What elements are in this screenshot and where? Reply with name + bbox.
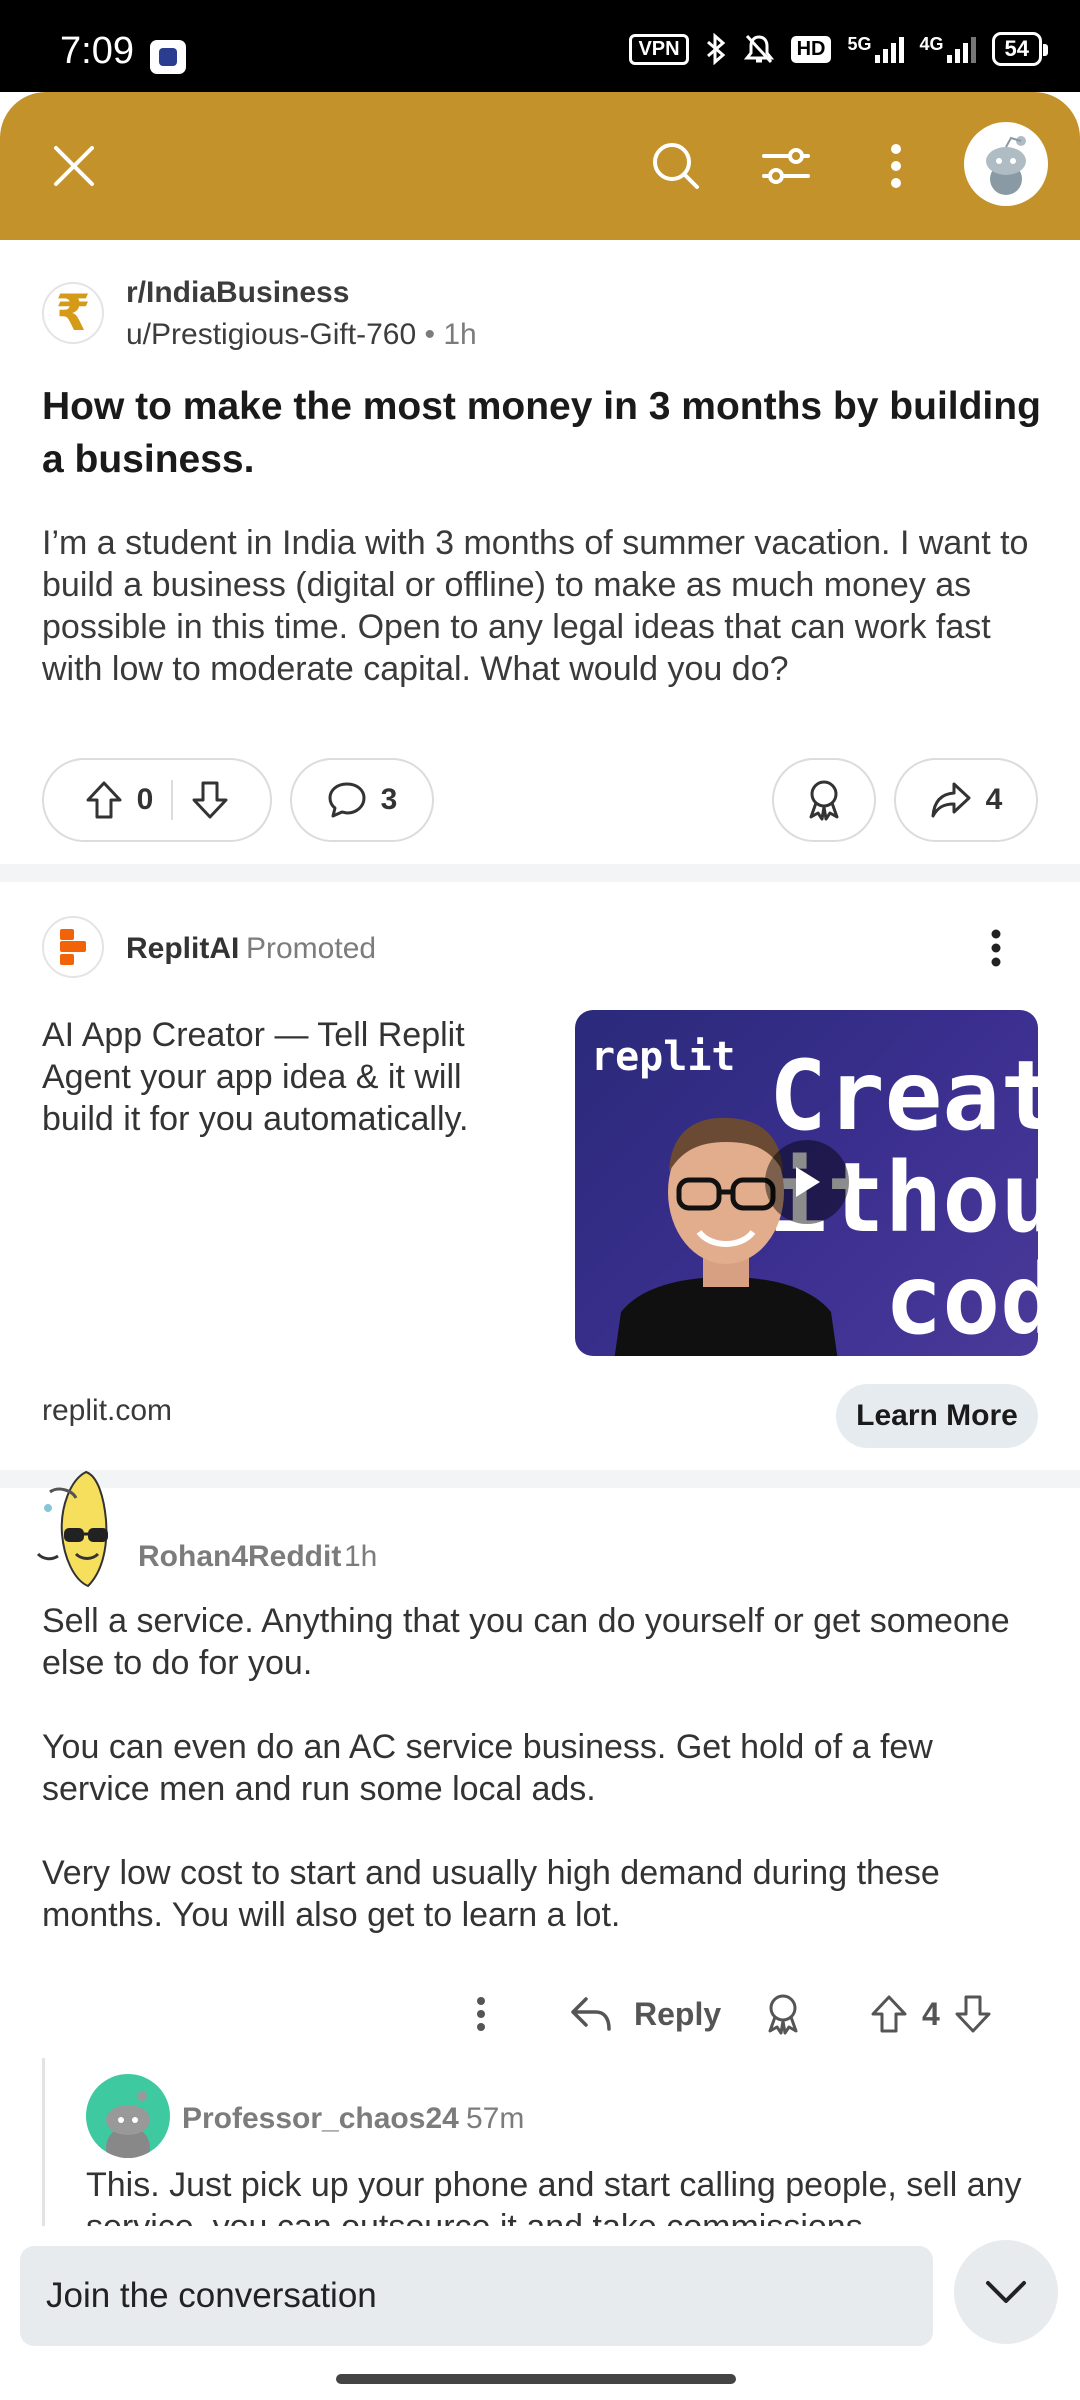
comment-vote-control: 4 (870, 1982, 992, 2046)
share-icon (931, 782, 971, 818)
more-vertical-icon (991, 929, 1001, 967)
downvote-icon[interactable] (954, 1994, 992, 2034)
profile-avatar[interactable] (964, 122, 1048, 206)
search-icon (653, 143, 699, 189)
replit-logo-icon (60, 929, 86, 965)
vote-count: 0 (136, 783, 154, 816)
home-indicator[interactable] (336, 2374, 736, 2384)
separator-dot: • (424, 318, 435, 351)
battery-icon: 54 (991, 32, 1049, 66)
downvote-icon[interactable] (191, 780, 229, 820)
status-time: 7:09 (60, 30, 134, 72)
post-header: ₹ r/IndiaBusiness u/Prestigious-Gift-760… (42, 276, 477, 351)
reply-user-avatar[interactable] (86, 2074, 170, 2158)
bottom-bar: Join the conversation (0, 2226, 1080, 2400)
post-author-line: u/Prestigious-Gift-760 • 1h (126, 318, 726, 352)
reply-label: Reply (634, 1995, 722, 2032)
comment-time: 1h (344, 1540, 378, 1573)
comment-actions: Reply 4 (0, 1982, 1080, 2046)
share-button[interactable]: 4 (894, 758, 1038, 842)
comment-author[interactable]: Rohan4Reddit (138, 1540, 341, 1574)
chevron-down-icon (986, 2281, 1026, 2303)
reply-button[interactable]: Reply (570, 1982, 721, 2046)
comment-body: Sell a service. Anything that you can do… (42, 1600, 1042, 1978)
search-button[interactable] (636, 126, 716, 206)
reply-icon (571, 1997, 611, 2031)
promoted-label: Promoted (246, 932, 377, 965)
comment-paragraph: Very low cost to start and usually high … (42, 1854, 940, 1934)
more-options-button[interactable] (856, 126, 936, 206)
ad-more-button[interactable] (966, 918, 1026, 978)
comment-award-button[interactable] (764, 1982, 802, 2046)
more-vertical-icon (477, 1997, 485, 2031)
status-bar: 7:09 VPN HD 5G 4G 54 (0, 0, 1080, 92)
close-icon (54, 146, 94, 186)
divider (0, 1470, 1080, 1488)
divider (0, 864, 1080, 882)
award-icon (809, 780, 839, 821)
ad-domain[interactable]: replit.com (42, 1394, 172, 1428)
play-icon (796, 1167, 820, 1197)
comment-paragraph: Sell a service. Anything that you can do… (42, 1602, 1010, 1682)
upvote-icon[interactable] (870, 1994, 908, 2034)
signal-5g-icon: 5G (847, 35, 904, 63)
post-actions: 0 3 4 (42, 758, 1038, 842)
media-brand-text: replit (591, 1034, 736, 1080)
award-icon (768, 1994, 798, 2035)
collapse-button[interactable] (954, 2240, 1058, 2344)
comment-icon (328, 782, 366, 818)
vote-control: 0 (42, 758, 272, 842)
filter-button[interactable] (746, 126, 826, 206)
mute-icon (743, 34, 774, 64)
comments-button[interactable]: 3 (290, 758, 434, 842)
comment-count: 3 (380, 783, 398, 816)
subreddit-icon[interactable]: ₹ (42, 282, 104, 344)
thread-line (42, 2058, 45, 2228)
reply-author[interactable]: Professor_chaos24 (182, 2102, 459, 2136)
status-icons: VPN HD 5G 4G 54 (629, 32, 1049, 66)
subreddit-name[interactable]: r/IndiaBusiness (126, 276, 726, 310)
award-button[interactable] (772, 758, 876, 842)
comment-paragraph: You can even do an AC service business. … (42, 1728, 933, 1808)
app-notification-icon (150, 40, 186, 74)
share-count: 4 (985, 783, 1003, 816)
snoo-avatar-icon (106, 2091, 150, 2158)
upvote-icon[interactable] (85, 780, 123, 820)
post-time: 1h (443, 318, 477, 351)
post-title: How to make the most money in 3 months b… (42, 385, 1041, 481)
learn-more-button[interactable]: Learn More (836, 1384, 1038, 1448)
close-button[interactable] (34, 126, 114, 206)
ad-headline[interactable]: AI App Creator — Tell Replit Agent your … (42, 1014, 542, 1140)
hd-icon: HD (790, 35, 832, 63)
top-bar (0, 92, 1080, 240)
vpn-icon: VPN (629, 33, 689, 65)
more-vertical-icon (891, 144, 901, 188)
filter-icon (762, 148, 810, 184)
post-author[interactable]: u/Prestigious-Gift-760 (126, 318, 416, 351)
signal-4g-icon: 4G (920, 35, 976, 63)
bluetooth-icon (706, 33, 725, 65)
reply-body: This. Just pick up your phone and start … (86, 2166, 1022, 2228)
advertiser-logo[interactable] (42, 916, 104, 978)
media-text-line3: cod (884, 1244, 1038, 1356)
join-conversation-input[interactable]: Join the conversation (20, 2246, 933, 2346)
comment-vote-count: 4 (922, 1995, 940, 2032)
snoo-avatar-icon (986, 136, 1026, 195)
comment-more-button[interactable] (476, 1982, 486, 2046)
post-body: I’m a student in India with 3 months of … (42, 524, 1029, 688)
advertiser-name[interactable]: ReplitAI (126, 932, 239, 966)
user-avatar-banana[interactable] (34, 1468, 134, 1592)
play-button[interactable] (765, 1140, 849, 1224)
reply-time: 57m (466, 2102, 525, 2135)
ad-video-thumbnail[interactable]: replit Creat withou cod (575, 1010, 1038, 1356)
